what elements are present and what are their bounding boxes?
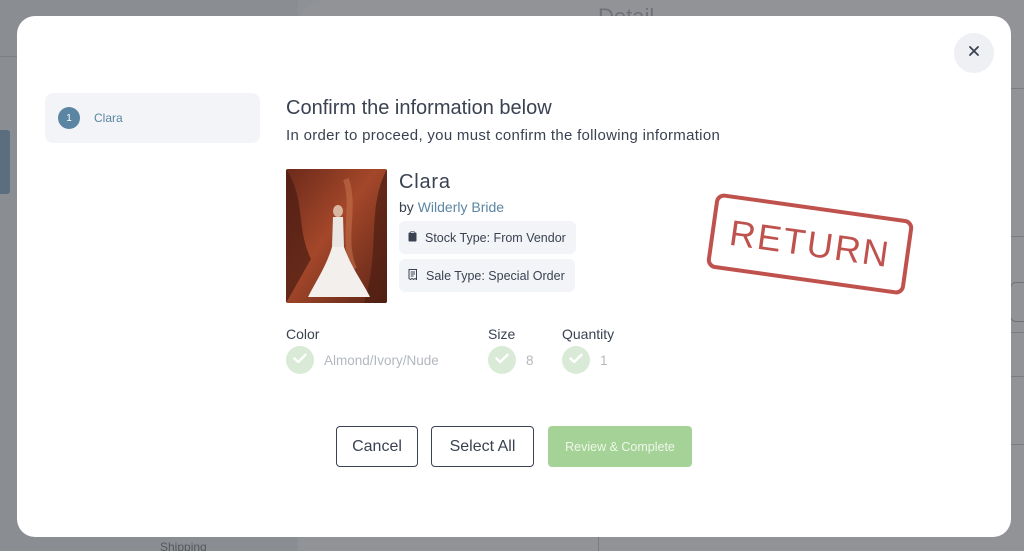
attribute-label: Size	[488, 326, 516, 342]
attribute-value: 8	[526, 352, 534, 368]
attribute-label: Quantity	[562, 326, 615, 342]
return-stamp: RETURN	[705, 192, 915, 296]
confirm-modal: 1 Clara Confirm the information below In…	[17, 16, 1011, 537]
by-prefix: by	[399, 199, 414, 215]
check-icon	[293, 351, 307, 369]
background-row-line	[1010, 444, 1024, 445]
sale-type-label: Sale Type: Special Order	[426, 268, 565, 283]
step-label: Clara	[94, 111, 123, 125]
close-icon	[968, 44, 980, 62]
sale-type-badge: Sale Type: Special Order	[399, 259, 575, 292]
review-complete-button[interactable]: Review & Complete	[548, 426, 692, 467]
check-icon	[569, 351, 583, 369]
page-title: Confirm the information below	[286, 97, 552, 119]
step-item-clara[interactable]: 1 Clara	[45, 93, 260, 143]
select-all-button[interactable]: Select All	[431, 426, 534, 467]
page-subtitle: In order to proceed, you must confirm th…	[286, 127, 721, 144]
background-row-line	[1010, 88, 1024, 89]
attribute-color: Color Almond/Ivory/Nude	[286, 326, 439, 374]
check-icon	[495, 351, 509, 369]
close-button[interactable]	[954, 33, 994, 73]
receipt-icon	[408, 268, 426, 283]
attribute-size: Size 8	[488, 326, 534, 374]
product-name: Clara	[399, 171, 451, 193]
background-row-line	[1010, 236, 1024, 237]
color-check-toggle[interactable]	[286, 346, 314, 374]
background-row-line	[1010, 332, 1024, 333]
vendor-link[interactable]: Wilderly Bride	[418, 199, 504, 215]
attribute-value: 1	[600, 352, 608, 368]
background-active-tab	[0, 130, 10, 194]
attribute-value: Almond/Ivory/Nude	[324, 352, 439, 368]
background-input	[1010, 282, 1024, 322]
stock-type-badge: Stock Type: From Vendor	[399, 221, 576, 254]
attribute-quantity: Quantity 1	[562, 326, 614, 374]
attribute-label: Color	[286, 326, 320, 342]
background-partial-text: Shipping	[160, 540, 207, 551]
product-vendor-line: by Wilderly Bride	[399, 199, 504, 215]
product-image	[286, 169, 387, 303]
step-number-badge: 1	[58, 107, 80, 129]
clipboard-icon	[408, 230, 425, 245]
size-check-toggle[interactable]	[488, 346, 516, 374]
background-row-line	[1010, 376, 1024, 377]
stock-type-label: Stock Type: From Vendor	[425, 230, 566, 245]
cancel-button[interactable]: Cancel	[336, 426, 418, 467]
quantity-check-toggle[interactable]	[562, 346, 590, 374]
